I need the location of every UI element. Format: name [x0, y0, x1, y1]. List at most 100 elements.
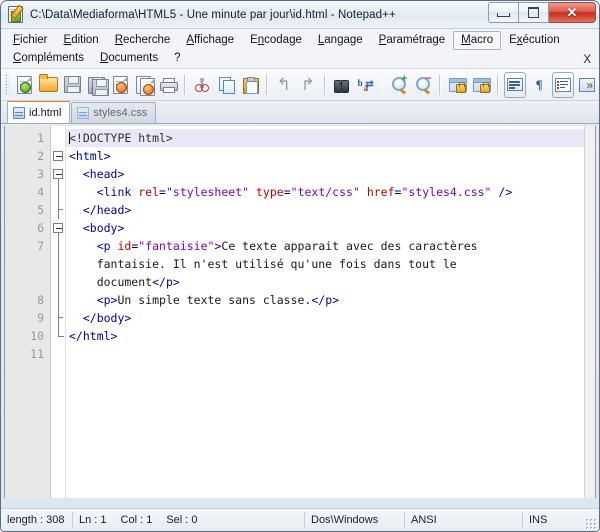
menu-item-ex-cution[interactable]: Exécution	[501, 31, 568, 50]
code-token: <head>	[83, 167, 125, 181]
zoom-out-icon[interactable]: −	[412, 72, 434, 98]
word-wrap-icon[interactable]	[504, 72, 526, 98]
menu-item-recherche[interactable]: Recherche	[107, 31, 179, 50]
vertical-scrollbar[interactable]	[584, 126, 595, 498]
redo-icon[interactable]: ↱	[297, 72, 319, 98]
code-line[interactable]: <!DOCTYPE html>	[66, 129, 595, 147]
save-all-icon[interactable]	[85, 72, 107, 98]
code-line[interactable]: </head>	[66, 201, 595, 219]
minimize-button[interactable]	[488, 2, 519, 23]
code-token	[69, 185, 97, 199]
open-file-icon[interactable]	[37, 72, 59, 98]
code-token: Un simple texte sans classe.	[117, 293, 311, 307]
paste-icon[interactable]	[239, 72, 261, 98]
code-line[interactable]: document</p>	[66, 273, 595, 291]
fold-marker[interactable]	[51, 147, 65, 165]
code-token	[69, 203, 83, 217]
fold-marker	[51, 201, 65, 219]
line-number: 1	[5, 129, 50, 147]
code-token: </html>	[69, 329, 117, 343]
close-file-icon[interactable]	[109, 72, 131, 98]
code-text-area[interactable]: <!DOCTYPE html><html> <head> <link rel="…	[66, 126, 595, 498]
line-number: 6	[5, 219, 50, 237]
maximize-icon	[528, 7, 539, 18]
print-icon[interactable]	[157, 72, 179, 98]
menu-item-documents[interactable]: Documents	[92, 49, 166, 68]
code-line[interactable]: <p>Un simple texte sans classe.</p>	[66, 291, 595, 309]
undo-icon[interactable]: ↰	[273, 72, 295, 98]
sync-horizontal-scroll-icon[interactable]	[470, 72, 492, 98]
document-icon	[77, 107, 89, 119]
fold-marker	[51, 273, 65, 291]
code-token: rel	[138, 185, 159, 199]
editor-container: 1234567891011 <!DOCTYPE html><html> <hea…	[1, 124, 599, 498]
fold-marker[interactable]	[51, 165, 65, 183]
menu-item-param-trage[interactable]: Paramétrage	[371, 31, 453, 50]
code-line[interactable]: fantaisie. Il n'est utilisé qu'une fois …	[66, 255, 595, 273]
code-line[interactable]: <link rel="stylesheet" type="text/css" h…	[66, 183, 595, 201]
menu-item-fichier[interactable]: Fichier	[5, 31, 56, 50]
close-all-icon[interactable]	[133, 72, 155, 98]
code-token: fantaisie. Il n'est utilisé qu'une fois …	[69, 257, 457, 271]
line-number	[5, 273, 50, 291]
status-selection: Sel : 0	[166, 514, 197, 526]
menu-row-primary: FichierEditionRechercheAffichageEncodage…	[5, 31, 595, 49]
line-number	[5, 255, 50, 273]
code-token	[249, 185, 256, 199]
status-column: Col : 1	[121, 514, 153, 526]
status-encoding: ANSI	[405, 512, 523, 528]
menu-item-[interactable]: ?	[166, 49, 188, 68]
menu-item-macro[interactable]: Macro	[453, 31, 501, 50]
sync-vertical-scroll-icon[interactable]	[446, 72, 468, 98]
tab-id-html[interactable]: id.html	[7, 100, 70, 123]
tab-styles4-css[interactable]: styles4.css	[71, 102, 156, 123]
code-token	[69, 293, 97, 307]
code-token: />	[491, 185, 512, 199]
code-line[interactable]: <p id="fantaisie">Ce texte apparait avec…	[66, 237, 595, 255]
line-number: 10	[5, 327, 50, 345]
toolbar-overflow-chevron[interactable]: »	[586, 78, 593, 92]
close-button[interactable]: ✕	[549, 2, 596, 23]
resize-grip[interactable]	[585, 518, 597, 530]
zoom-in-icon[interactable]: +	[388, 72, 410, 98]
code-line[interactable]	[66, 345, 595, 363]
menu-item-affichage[interactable]: Affichage	[178, 31, 242, 50]
show-all-characters-icon[interactable]: ¶	[528, 72, 550, 98]
new-file-icon[interactable]	[13, 72, 35, 98]
code-token: Ce texte apparait avec des caractères	[221, 239, 477, 253]
save-icon[interactable]	[61, 72, 83, 98]
copy-icon[interactable]	[215, 72, 237, 98]
fold-marker	[51, 309, 65, 327]
maximize-button[interactable]	[519, 2, 549, 23]
menu-row-secondary: ComplémentsDocuments?	[5, 49, 595, 67]
code-line[interactable]: <html>	[66, 147, 595, 165]
code-token: "stylesheet"	[166, 185, 249, 199]
code-line[interactable]: </body>	[66, 309, 595, 327]
title-bar: C:\Data\Mediaforma\HTML5 - Une minute pa…	[1, 1, 599, 29]
code-line[interactable]: </html>	[66, 327, 595, 345]
code-token: <p>	[97, 293, 118, 307]
menu-item-edition[interactable]: Edition	[56, 31, 107, 50]
fold-marker[interactable]	[51, 219, 65, 237]
document-icon	[13, 107, 25, 119]
window-controls: ✕	[488, 2, 596, 23]
code-line[interactable]: <head>	[66, 165, 595, 183]
close-icon: ✕	[567, 6, 578, 19]
menu-item-langage[interactable]: Langage	[310, 31, 371, 50]
code-line[interactable]: <body>	[66, 219, 595, 237]
indent-guide-icon[interactable]	[552, 72, 574, 98]
find-icon[interactable]	[331, 72, 353, 98]
editor-area[interactable]: 1234567891011 <!DOCTYPE html><html> <hea…	[4, 126, 596, 498]
replace-icon[interactable]: ba⇄	[355, 72, 377, 98]
line-number-gutter: 1234567891011	[5, 126, 51, 498]
fold-marker	[51, 129, 65, 147]
code-token: </p>	[152, 275, 180, 289]
status-line: Ln : 1	[79, 514, 107, 526]
code-folding-margin[interactable]	[51, 126, 66, 498]
menu-item-encodage[interactable]: Encodage	[242, 31, 310, 50]
close-document-button[interactable]: X	[583, 54, 591, 66]
fold-marker	[51, 255, 65, 273]
cut-icon[interactable]	[191, 72, 213, 98]
menu-item-compl-ments[interactable]: Compléments	[5, 49, 92, 68]
toolbar-grip[interactable]	[5, 74, 9, 96]
